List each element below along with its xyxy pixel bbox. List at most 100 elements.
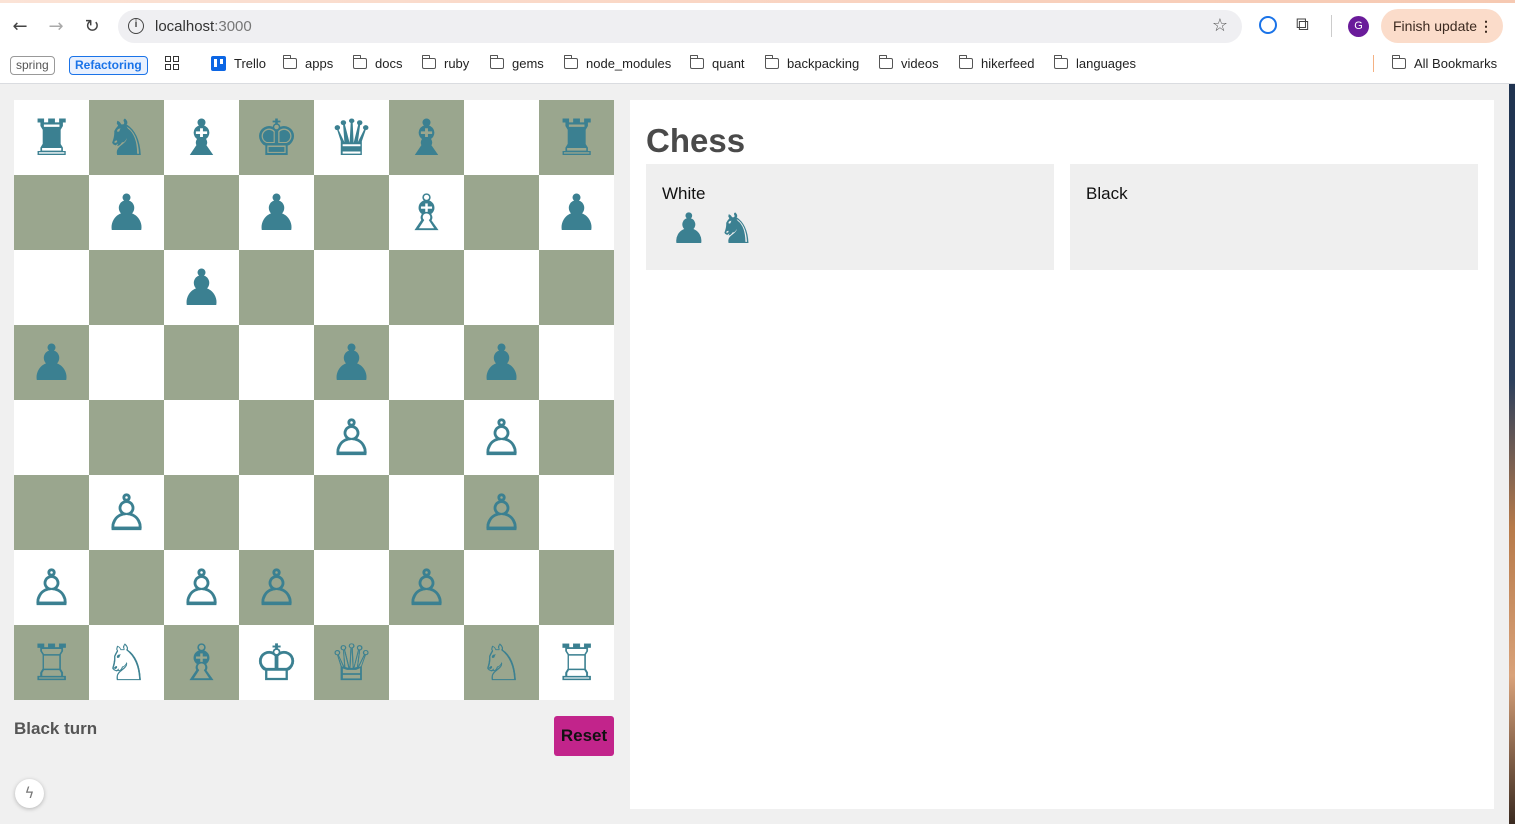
bookmark-folder-quant[interactable]: quant	[689, 50, 745, 76]
bookmark-folder-apps[interactable]: apps	[282, 50, 333, 76]
square-a1[interactable]: ♖	[14, 625, 89, 700]
square-a8[interactable]: ♜	[14, 100, 89, 175]
bookmark-folder-gems[interactable]: gems	[489, 50, 544, 76]
bookmark-folder-docs[interactable]: docs	[352, 50, 402, 76]
square-b8[interactable]: ♞	[89, 100, 164, 175]
black-pawn-icon[interactable]: ♟	[104, 188, 149, 238]
bookmark-folder-node-modules[interactable]: node_modules	[563, 50, 671, 76]
square-c3[interactable]	[164, 475, 239, 550]
all-bookmarks[interactable]: All Bookmarks	[1391, 50, 1497, 76]
reload-icon[interactable]: ↻	[80, 14, 104, 38]
black-bishop-icon[interactable]: ♝	[179, 113, 224, 163]
black-bishop-icon[interactable]: ♝	[404, 113, 449, 163]
url-text[interactable]: localhost:3000	[155, 18, 252, 35]
black-pawn-icon[interactable]: ♟	[254, 188, 299, 238]
bookmark-refactoring[interactable]: Refactoring	[69, 50, 148, 76]
square-f1[interactable]	[389, 625, 464, 700]
black-pawn-icon[interactable]: ♟	[29, 338, 74, 388]
bookmark-folder-ruby[interactable]: ruby	[421, 50, 469, 76]
black-knight-icon[interactable]: ♞	[104, 113, 149, 163]
square-h3[interactable]	[539, 475, 614, 550]
square-e8[interactable]: ♛	[314, 100, 389, 175]
bookmark-spring[interactable]: spring	[10, 50, 55, 76]
black-king-icon[interactable]: ♚	[254, 113, 299, 163]
square-f7[interactable]: ♗	[389, 175, 464, 250]
white-pawn-icon[interactable]: ♙	[479, 412, 524, 462]
square-h2[interactable]	[539, 550, 614, 625]
square-c1[interactable]: ♗	[164, 625, 239, 700]
square-c2[interactable]: ♙	[164, 550, 239, 625]
bookmark-star-icon[interactable]: ☆	[1212, 15, 1228, 36]
white-queen-icon[interactable]: ♕	[329, 637, 374, 687]
square-g8[interactable]	[464, 100, 539, 175]
square-g6[interactable]	[464, 250, 539, 325]
square-a3[interactable]	[14, 475, 89, 550]
forward-arrow-icon[interactable]: →	[44, 14, 68, 38]
white-pawn-icon[interactable]: ♙	[254, 562, 299, 612]
square-d4[interactable]	[239, 400, 314, 475]
square-b7[interactable]: ♟	[89, 175, 164, 250]
white-pawn-icon[interactable]: ♙	[479, 487, 524, 537]
white-pawn-icon[interactable]: ♙	[29, 562, 74, 612]
square-h5[interactable]	[539, 325, 614, 400]
address-bar[interactable]: i localhost:3000 ☆	[118, 10, 1242, 43]
white-bishop-icon[interactable]: ♗	[179, 637, 224, 687]
black-pawn-icon[interactable]: ♟	[329, 338, 374, 388]
square-b3[interactable]: ♙	[89, 475, 164, 550]
white-pawn-icon[interactable]: ♙	[329, 412, 374, 462]
white-knight-icon[interactable]: ♘	[104, 637, 149, 687]
square-h4[interactable]	[539, 400, 614, 475]
lens-extension-icon[interactable]	[1259, 16, 1277, 34]
avatar[interactable]: G	[1348, 16, 1369, 37]
square-b5[interactable]	[89, 325, 164, 400]
square-g4[interactable]: ♙	[464, 400, 539, 475]
square-f5[interactable]	[389, 325, 464, 400]
square-g1[interactable]: ♘	[464, 625, 539, 700]
square-f8[interactable]: ♝	[389, 100, 464, 175]
square-a6[interactable]	[14, 250, 89, 325]
square-d7[interactable]: ♟	[239, 175, 314, 250]
black-rook-icon[interactable]: ♜	[29, 113, 74, 163]
black-rook-icon[interactable]: ♜	[554, 113, 599, 163]
square-g7[interactable]	[464, 175, 539, 250]
square-b4[interactable]	[89, 400, 164, 475]
square-d8[interactable]: ♚	[239, 100, 314, 175]
white-pawn-icon[interactable]: ♙	[404, 562, 449, 612]
apps-grid-icon[interactable]	[165, 50, 179, 76]
bookmark-folder-videos[interactable]: videos	[878, 50, 939, 76]
square-f6[interactable]	[389, 250, 464, 325]
square-h1[interactable]: ♖	[539, 625, 614, 700]
white-rook-icon[interactable]: ♖	[29, 637, 74, 687]
square-h8[interactable]: ♜	[539, 100, 614, 175]
site-info-icon[interactable]: i	[128, 18, 144, 34]
square-d1[interactable]: ♔	[239, 625, 314, 700]
square-e1[interactable]: ♕	[314, 625, 389, 700]
black-pawn-icon[interactable]: ♟	[479, 338, 524, 388]
bookmark-folder-backpacking[interactable]: backpacking	[764, 50, 859, 76]
square-e7[interactable]	[314, 175, 389, 250]
black-pawn-icon[interactable]: ♟	[179, 263, 224, 313]
puzzle-icon[interactable]: ⧉	[1296, 14, 1309, 35]
square-a2[interactable]: ♙	[14, 550, 89, 625]
square-e6[interactable]	[314, 250, 389, 325]
square-a4[interactable]	[14, 400, 89, 475]
square-f3[interactable]	[389, 475, 464, 550]
square-h7[interactable]: ♟	[539, 175, 614, 250]
white-king-icon[interactable]: ♔	[254, 637, 299, 687]
bookmark-trello[interactable]: Trello	[211, 50, 266, 76]
square-c6[interactable]: ♟	[164, 250, 239, 325]
back-arrow-icon[interactable]: ←	[8, 14, 32, 38]
square-e4[interactable]: ♙	[314, 400, 389, 475]
square-a5[interactable]: ♟	[14, 325, 89, 400]
square-d6[interactable]	[239, 250, 314, 325]
white-pawn-icon[interactable]: ♙	[179, 562, 224, 612]
square-c8[interactable]: ♝	[164, 100, 239, 175]
square-e5[interactable]: ♟	[314, 325, 389, 400]
square-a7[interactable]	[14, 175, 89, 250]
lightning-icon[interactable]: ϟ	[15, 779, 44, 808]
square-b6[interactable]	[89, 250, 164, 325]
square-d2[interactable]: ♙	[239, 550, 314, 625]
bookmark-folder-languages[interactable]: languages	[1053, 50, 1136, 76]
square-c7[interactable]	[164, 175, 239, 250]
square-f2[interactable]: ♙	[389, 550, 464, 625]
